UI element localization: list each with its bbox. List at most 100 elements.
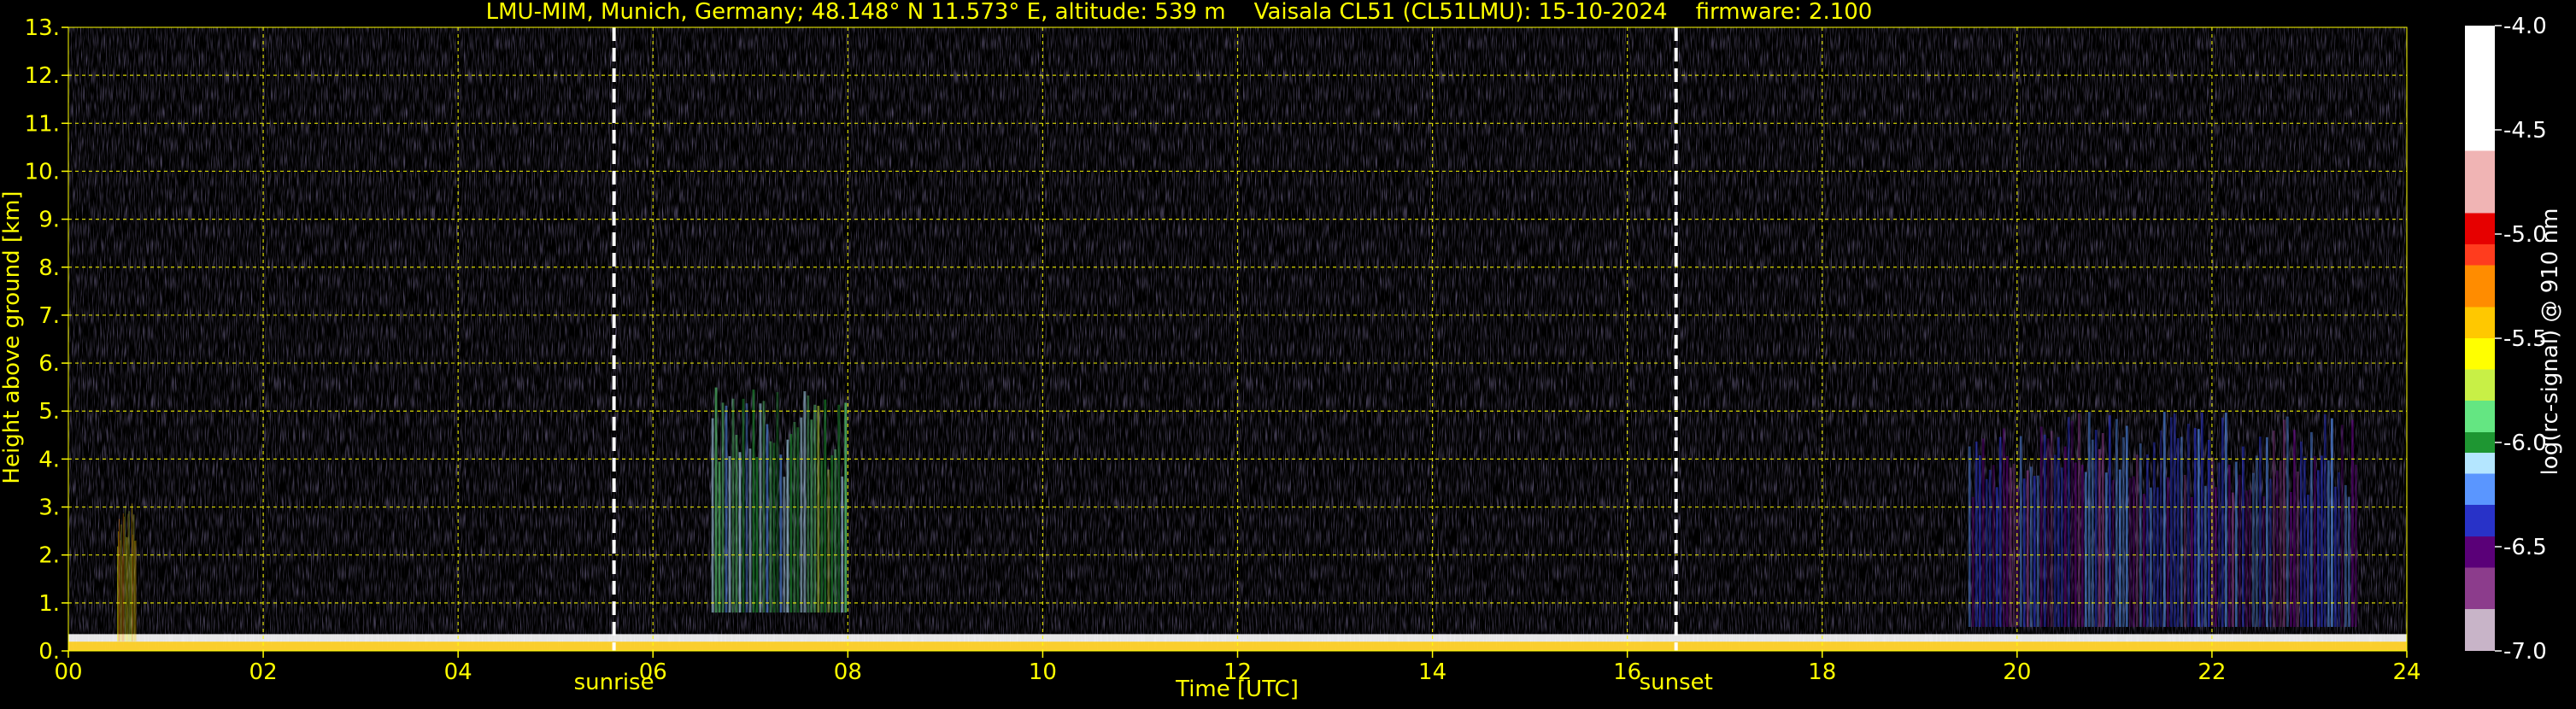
x-tick-label: 10 — [1029, 659, 1057, 685]
feature-column — [2221, 417, 2224, 627]
y-axis-label: Height above ground [km] — [0, 190, 25, 483]
feature-column — [2347, 496, 2350, 627]
feature-column — [2050, 431, 2053, 627]
feature-column — [762, 401, 766, 613]
feature-column — [1968, 446, 1971, 627]
feature-column — [766, 424, 769, 613]
feature-column — [2234, 461, 2238, 627]
y-tick-label: 12. — [25, 63, 60, 89]
feature-column — [837, 404, 841, 613]
feature-column — [2026, 470, 2029, 627]
feature-column — [2272, 431, 2275, 627]
feature-column — [2145, 454, 2149, 627]
feature-column — [820, 460, 824, 613]
feature-column — [2238, 474, 2241, 627]
feature-column — [735, 435, 738, 613]
feature-column — [2255, 455, 2258, 627]
feature-column — [125, 505, 126, 642]
feature-column — [2067, 417, 2070, 627]
feature-column — [2176, 437, 2180, 627]
y-tick-label: 2. — [38, 543, 60, 569]
x-tick-label: 06 — [639, 659, 667, 685]
feature-column — [2094, 430, 2098, 627]
feature-column — [2039, 426, 2043, 627]
feature-column — [2005, 455, 2009, 627]
feature-column — [824, 399, 827, 613]
feature-column — [126, 536, 128, 642]
feature-column — [2012, 463, 2016, 627]
feature-column — [776, 392, 779, 613]
feature-column — [2320, 455, 2323, 627]
feature-column — [2084, 472, 2087, 627]
y-tick-label: 13. — [25, 15, 60, 41]
feature-column — [2279, 460, 2282, 627]
feature-column — [2340, 425, 2344, 627]
feature-column — [721, 402, 725, 613]
feature-column — [2296, 471, 2299, 627]
feature-column — [772, 442, 776, 613]
feature-column — [841, 476, 844, 613]
feature-column — [2217, 462, 2221, 627]
feature-column — [2166, 477, 2169, 627]
feature-column — [813, 404, 817, 613]
feature-column — [129, 556, 131, 642]
y-tick-label: 4. — [38, 447, 60, 472]
feature-column — [779, 454, 783, 613]
feature-column — [2128, 478, 2132, 627]
feature-column — [2262, 495, 2265, 627]
feature-column — [807, 396, 810, 613]
feature-column — [2306, 495, 2309, 627]
feature-column — [130, 554, 132, 642]
feature-column — [2299, 441, 2303, 627]
feature-column — [817, 406, 820, 613]
x-tick-label: 08 — [834, 659, 862, 685]
feature-column — [718, 461, 721, 613]
x-tick-label: 24 — [2392, 659, 2421, 685]
feature-column — [725, 405, 728, 613]
feature-column — [2224, 413, 2227, 627]
y-tick-label: 8. — [38, 255, 60, 281]
feature-column — [2292, 430, 2296, 627]
feature-column — [124, 516, 125, 642]
feature-column — [2002, 428, 2005, 627]
feature-column — [2337, 472, 2340, 627]
feature-column — [2330, 418, 2333, 627]
feature-column — [2289, 491, 2292, 627]
feature-column — [2327, 460, 2330, 627]
feature-column — [793, 421, 796, 613]
feature-column — [2169, 417, 2173, 627]
feature-column — [135, 540, 137, 642]
x-tick-label: 16 — [1613, 659, 1641, 685]
feature-column — [134, 541, 136, 642]
feature-column — [2080, 465, 2084, 627]
feature-column — [2323, 413, 2327, 627]
x-axis-label: Time [UTC] — [1175, 677, 1299, 702]
feature-column — [2019, 436, 2022, 627]
feature-column — [122, 513, 124, 642]
feature-column — [2036, 475, 2039, 627]
ceilometer-figure: sunrise sunset 00 02 04 06 08 10 12 14 16 18 20 22 24… — [0, 0, 2576, 706]
feature-column — [2286, 416, 2289, 627]
colorbar-label: log(rc-signal) @ 910 nm — [2538, 208, 2563, 476]
event-label-sunset: sunset — [1640, 670, 1713, 695]
colorbar-tick-label: -6.5 — [2503, 535, 2547, 560]
y-tick-label: 7. — [38, 303, 60, 329]
feature-column — [2248, 489, 2251, 627]
feature-column — [827, 469, 830, 613]
feature-column — [2258, 437, 2262, 627]
feature-column — [830, 455, 834, 613]
feature-column — [133, 514, 135, 642]
y-axis-ticks: 0. 1. 2. 3. 4. 5. 6. 7. 8. 9. 10. 11. 12. 13. — [25, 15, 68, 665]
feature-column — [769, 441, 772, 613]
feature-column — [2033, 476, 2036, 627]
colorbar-tick-label: -4.5 — [2503, 118, 2547, 144]
feature-column — [128, 511, 130, 642]
feature-column — [2132, 476, 2135, 627]
feature-column — [2282, 419, 2286, 627]
y-tick-label: 0. — [38, 639, 60, 665]
feature-column — [118, 531, 119, 642]
ceilometer-chart: sunrise sunset 00 02 04 06 08 10 12 14 16 18 20 22 24… — [0, 0, 2563, 702]
feature-column — [121, 556, 123, 642]
colorbar-tick-label: -4.0 — [2503, 14, 2547, 39]
feature-column — [2183, 474, 2186, 627]
